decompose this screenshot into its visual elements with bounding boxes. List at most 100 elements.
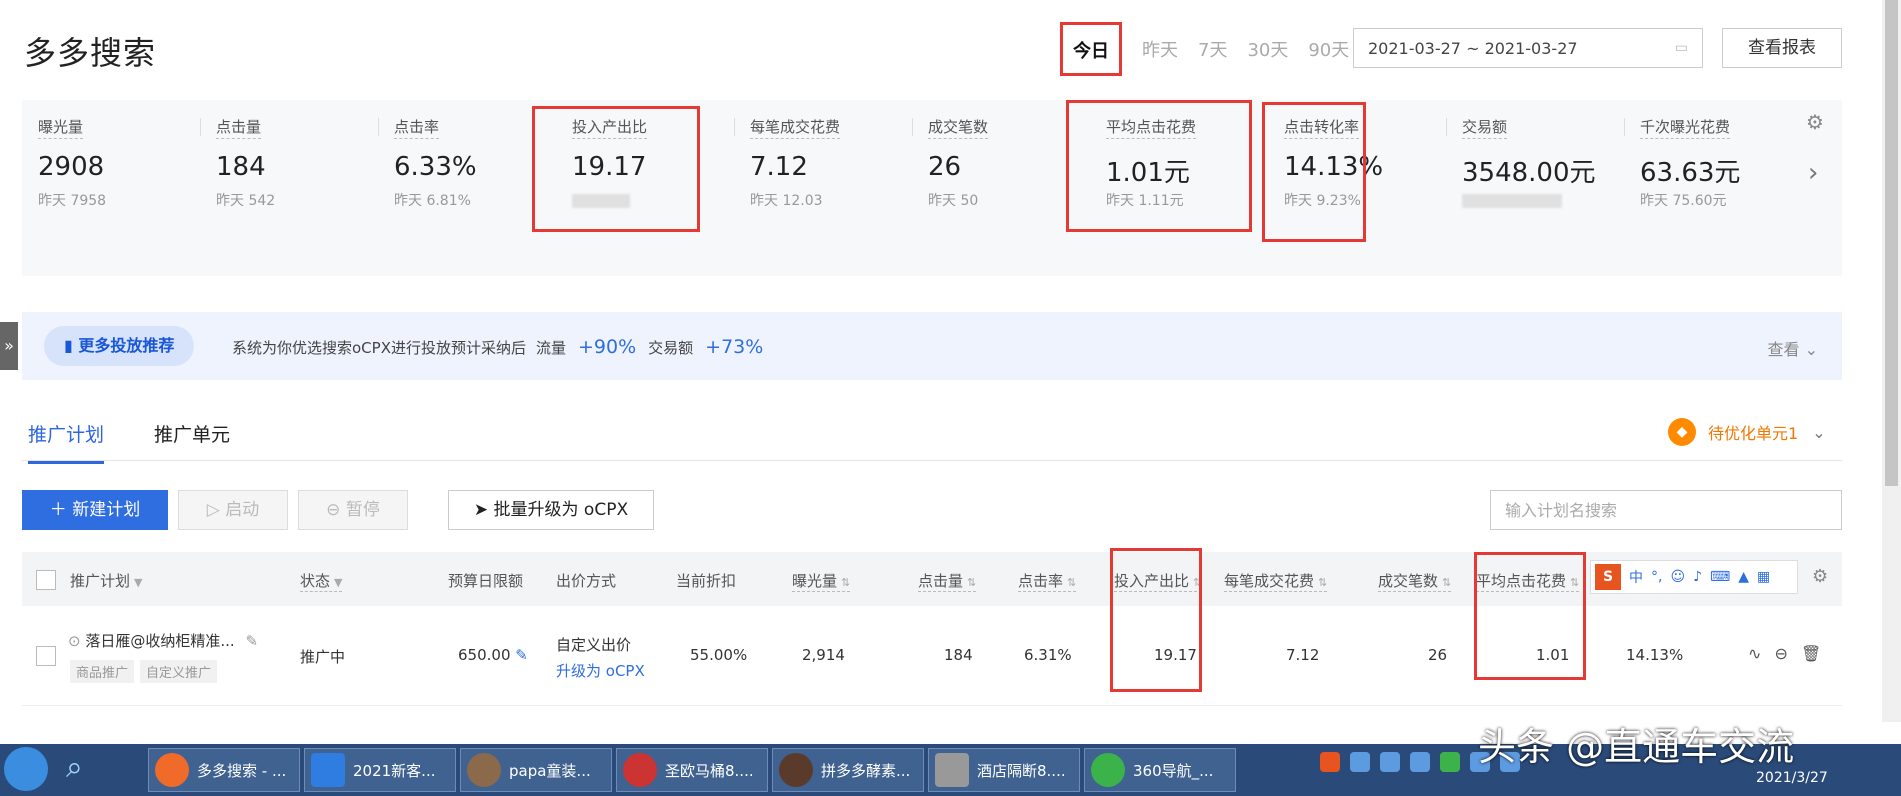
bid-method-cell: 自定义出价 [556,636,632,654]
range-tab-90days[interactable]: 90天 [1308,36,1349,62]
more-recommendation-button[interactable]: ▮ 更多投放推荐 [44,326,195,366]
scrollbar-thumb[interactable] [1885,0,1898,486]
chart-icon[interactable]: ∿ [1748,644,1761,663]
metric-label[interactable]: 投入产出比 [572,116,648,139]
th-cost-per-order-label: 每笔成交花费 [1224,572,1315,590]
taskbar-item[interactable]: papa童装... [460,748,612,792]
range-tab-7days[interactable]: 7天 [1198,36,1227,62]
th-ctr[interactable]: 点击率 ⇅ [1018,570,1077,592]
tray-icon[interactable] [1380,752,1400,772]
th-status[interactable]: 状态 ▼ [300,570,343,592]
avg-cpc-cell: 1.01 [1536,646,1570,664]
row-actions: ∿ ⊖ 🗑 [1748,644,1821,663]
blurred-value [1462,194,1562,208]
metric-value: 184 [216,152,266,182]
range-tab-30days[interactable]: 30天 [1247,36,1288,62]
metric-prev: 昨天 12.03 [750,193,823,209]
tab-plans[interactable]: 推广计划 [28,420,105,464]
metric-gmv: 交易额 3548.00元 [1446,100,1616,276]
metric-label[interactable]: 曝光量 [38,116,84,139]
upgrade-ocpx-link[interactable]: 升级为 oCPX [556,660,645,681]
edit-icon[interactable]: ✎ [515,646,528,664]
tab-units[interactable]: 推广单元 [154,420,230,464]
taskbar-clock[interactable]: 2021/3/27 [1756,770,1828,786]
taskbar-item-label: papa童装... [509,761,591,780]
range-tab-today[interactable]: 今日 [1060,22,1122,76]
pending-optimize-units[interactable]: ◆ 待优化单元1 ⌄ [1668,418,1826,446]
chevron-down-icon: ⌄ [1804,340,1818,359]
metric-divider [200,118,201,136]
view-report-button[interactable]: 查看报表 [1722,28,1842,68]
blurred-value [572,194,630,208]
th-avg-cpc[interactable]: 平均点击花费 ⇅ [1476,570,1580,592]
select-all-checkbox[interactable] [36,570,56,590]
360-browser-icon [1091,753,1125,787]
taskbar-item[interactable]: 酒店隔断8.... [928,748,1080,792]
th-avg-cpc-label: 平均点击花费 [1476,572,1567,590]
plan-name-cell[interactable]: ⊙ 落日雁@收纳柜精准... ✎ [68,630,258,651]
gear-icon[interactable]: ⚙ [1812,566,1828,587]
metric-label[interactable]: 成交笔数 [928,116,989,139]
taskbar-item[interactable]: 圣欧马桶8.... [616,748,768,792]
filter-icon: ▼ [334,576,343,589]
metric-label[interactable]: 每笔成交花费 [750,116,841,139]
metric-divider [734,118,735,136]
tag: 自定义推广 [140,660,218,683]
th-clicks[interactable]: 点击量 ⇅ [918,570,977,592]
th-discount: 当前折扣 [676,572,737,590]
date-range-picker[interactable]: 2021-03-27 ~ 2021-03-27 ▭ [1353,28,1703,68]
new-plan-button[interactable]: ＋ 新建计划 [22,490,168,530]
metric-value: 7.12 [750,152,808,182]
sort-icon: ⇅ [1067,576,1077,589]
metric-value: 63.63元 [1640,158,1741,188]
metric-label[interactable]: 点击转化率 [1284,116,1360,139]
tray-icon[interactable] [1350,752,1370,772]
banner-view-link[interactable]: 查看 ⌄ [1767,336,1818,360]
side-expand-icon[interactable]: » [0,322,18,370]
banner-text: 系统为你优选搜索oCPX进行投放预计采纳后 流量 +90% 交易额 +73% [232,336,775,358]
tray-icon[interactable] [1410,752,1430,772]
th-orders[interactable]: 成交笔数 ⇅ [1378,570,1452,592]
ime-toolbar[interactable]: S 中 °, ☺ ♪ ⌨ ▲ ▦ [1590,560,1798,594]
start-button[interactable]: ▷ 启动 [178,490,288,530]
minus-circle-icon[interactable]: ⊖ [1775,644,1788,663]
new-plan-label: 新建计划 [72,500,141,520]
taskbar-item[interactable]: 拼多多酵素... [772,748,924,792]
plan-search-input[interactable] [1490,490,1842,530]
pause-button[interactable]: ⊖ 暂停 [298,490,408,530]
th-plan[interactable]: 推广计划 ▼ [70,570,142,591]
trash-icon[interactable]: 🗑 [1801,644,1821,663]
taskbar-item-label: 酒店隔断8.... [977,761,1066,780]
chevron-right-icon[interactable]: › [1808,158,1818,188]
batch-upgrade-button[interactable]: ➤ 批量升级为 oCPX [448,490,654,530]
tray-icon[interactable] [1440,752,1460,772]
sogou-tray-icon[interactable] [1320,752,1340,772]
gear-icon[interactable]: ⚙ [1806,110,1824,134]
search-icon[interactable]: ⌕ [66,750,106,790]
taskbar-item[interactable]: 多多搜索 - ... [148,748,300,792]
windows-start-icon[interactable] [4,747,48,791]
sort-icon: ⇅ [1318,576,1328,589]
upload-icon: ⊙ [68,632,81,650]
metric-label[interactable]: 点击率 [394,116,440,139]
taskbar-item[interactable]: 2021新客... [304,748,456,792]
th-bid-method: 出价方式 [556,572,617,590]
metric-label[interactable]: 交易额 [1462,116,1508,139]
th-roi[interactable]: 投入产出比 ⇅ [1114,570,1203,592]
gmv-label: 交易额 [648,338,694,357]
metric-label[interactable]: 平均点击花费 [1106,116,1197,139]
banner-description: 系统为你优选搜索oCPX进行投放预计采纳后 [232,338,526,357]
metric-label[interactable]: 千次曝光花费 [1640,116,1731,139]
taskbar-item-label: 2021新客... [353,761,436,780]
th-cost-per-order[interactable]: 每笔成交花费 ⇅ [1224,570,1328,592]
skin-icon: ▲ [1738,569,1749,585]
taskbar-item[interactable]: 360导航_... [1084,748,1236,792]
metric-label[interactable]: 点击量 [216,116,262,139]
th-impressions[interactable]: 曝光量 ⇅ [792,570,851,592]
range-tab-yesterday[interactable]: 昨天 [1142,36,1178,62]
play-icon: ▷ [206,500,220,520]
row-checkbox[interactable] [36,646,56,666]
orders-cell: 26 [1428,646,1448,664]
start-label: 启动 [225,500,260,520]
watermark: 头条 @直通车交流 [1478,725,1795,769]
